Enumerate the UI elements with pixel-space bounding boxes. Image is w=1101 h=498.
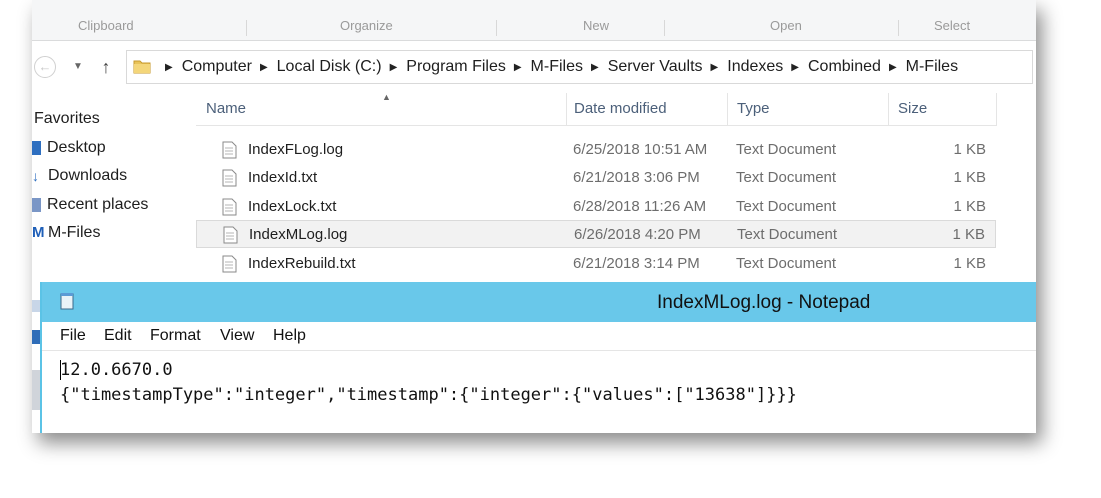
text-file-icon — [222, 255, 237, 273]
chevron-right-icon[interactable]: ▶ — [889, 62, 897, 73]
menu-help[interactable]: Help — [273, 327, 306, 345]
file-type: Text Document — [736, 169, 837, 186]
address-bar[interactable]: ▶ Computer ▶ Local Disk (C:) ▶ Program F… — [126, 50, 1033, 84]
file-size: 1 KB — [953, 169, 986, 186]
background-window-fragment — [32, 300, 40, 312]
chevron-right-icon[interactable]: ▶ — [591, 62, 599, 73]
chevron-right-icon[interactable]: ▶ — [260, 62, 268, 73]
sidebar-item-label: Recent places — [47, 196, 149, 213]
menu-edit[interactable]: Edit — [104, 327, 132, 345]
sidebar-item-label: Desktop — [47, 139, 106, 156]
file-type: Text Document — [736, 141, 837, 158]
notepad-window: IndexMLog.log - Notepad File Edit Format… — [40, 282, 1036, 433]
file-date: 6/21/2018 3:14 PM — [573, 255, 700, 272]
breadcrumb-indexes[interactable]: Indexes — [727, 58, 783, 76]
file-date: 6/25/2018 10:51 AM — [573, 141, 708, 158]
text-file-icon — [222, 198, 237, 216]
file-size: 1 KB — [953, 198, 986, 215]
file-size: 1 KB — [952, 226, 985, 243]
breadcrumb-server-vaults[interactable]: Server Vaults — [608, 58, 703, 76]
favorites-header[interactable]: Favorites — [34, 110, 100, 128]
column-header-type-label: Type — [737, 100, 770, 117]
text-file-icon — [223, 226, 238, 244]
file-date: 6/26/2018 4:20 PM — [574, 226, 701, 243]
file-row[interactable]: IndexFLog.log 6/25/2018 10:51 AM Text Do… — [196, 136, 996, 164]
chevron-right-icon[interactable]: ▶ — [514, 62, 522, 73]
file-type: Text Document — [736, 198, 837, 215]
breadcrumb-combined[interactable]: Combined — [808, 58, 881, 76]
folder-icon — [133, 60, 151, 74]
column-header-type[interactable]: Type — [727, 93, 889, 126]
breadcrumb-computer[interactable]: Computer — [182, 58, 252, 76]
recent-places-icon — [32, 198, 41, 212]
desktop-icon — [32, 141, 41, 155]
notepad-text-area[interactable]: 12.0.6670.0 {"timestampType":"integer","t… — [60, 358, 797, 408]
ribbon-open-label: Open — [770, 18, 802, 33]
m-files-icon: M — [32, 224, 45, 241]
column-header-name[interactable]: Name — [196, 93, 567, 126]
chevron-right-icon[interactable]: ▶ — [711, 62, 719, 73]
sidebar-item-desktop[interactable]: Desktop — [32, 136, 106, 160]
breadcrumb-program-files[interactable]: Program Files — [406, 58, 506, 76]
chevron-right-icon[interactable]: ▶ — [390, 62, 398, 73]
file-date: 6/28/2018 11:26 AM — [573, 198, 707, 215]
file-name: IndexFLog.log — [248, 141, 344, 158]
notepad-title: IndexMLog.log - Notepad — [657, 292, 871, 313]
text-file-icon — [222, 141, 237, 159]
sidebar-item-recent-places[interactable]: Recent places — [32, 193, 148, 217]
breadcrumb: ▶ Computer ▶ Local Disk (C:) ▶ Program F… — [157, 51, 958, 83]
content-line: 12.0.6670.0 — [60, 360, 173, 380]
column-header-size-label: Size — [898, 100, 928, 117]
file-type: Text Document — [737, 226, 838, 243]
breadcrumb-local-disk[interactable]: Local Disk (C:) — [277, 58, 382, 76]
up-arrow-icon[interactable]: ↑ — [94, 55, 118, 79]
file-row[interactable]: IndexRebuild.txt 6/21/2018 3:14 PM Text … — [196, 250, 996, 278]
ribbon-new-label: New — [583, 18, 610, 33]
chevron-right-icon[interactable]: ▶ — [165, 62, 173, 73]
back-arrow-icon[interactable]: ← — [34, 56, 56, 78]
sidebar-item-downloads[interactable]: ↓ Downloads — [32, 164, 127, 188]
ribbon-group-labels: Clipboard Organize New Open Select — [32, 0, 1036, 41]
file-date: 6/21/2018 3:06 PM — [573, 169, 700, 186]
file-name: IndexMLog.log — [249, 226, 348, 243]
ribbon-select-label: Select — [934, 18, 971, 33]
chevron-right-icon[interactable]: ▶ — [791, 62, 799, 73]
background-window-fragment — [32, 370, 40, 410]
column-header-date-label: Date modified — [574, 100, 667, 117]
menu-view[interactable]: View — [220, 327, 254, 345]
file-row[interactable]: IndexId.txt 6/21/2018 3:06 PM Text Docum… — [196, 164, 996, 192]
notepad-menu-bar: File Edit Format View Help — [42, 322, 1036, 351]
content-line: {"timestampType":"integer","timestamp":{… — [60, 385, 797, 405]
file-size: 1 KB — [953, 141, 986, 158]
sidebar-item-label: Downloads — [48, 167, 128, 184]
file-row[interactable]: IndexLock.txt 6/28/2018 11:26 AM Text Do… — [196, 193, 996, 221]
file-size: 1 KB — [953, 255, 986, 272]
navigation-bar: ← ▼ ↑ ▶ Computer ▶ Local Disk (C:) ▶ Pro… — [32, 44, 1036, 88]
menu-format[interactable]: Format — [150, 327, 201, 345]
recent-locations-dropdown-icon[interactable]: ▼ — [66, 55, 90, 79]
ribbon-clipboard-label: Clipboard — [78, 18, 134, 33]
downloads-icon: ↓ — [32, 168, 39, 184]
breadcrumb-m-files-current[interactable]: M-Files — [906, 58, 958, 76]
sidebar-item-m-files[interactable]: M M-Files — [32, 221, 100, 245]
background-window-fragment — [32, 330, 40, 344]
notepad-title-bar[interactable]: IndexMLog.log - Notepad — [42, 282, 1036, 322]
notepad-icon — [60, 293, 74, 310]
file-name: IndexId.txt — [248, 169, 318, 186]
file-type: Text Document — [736, 255, 837, 272]
file-name: IndexRebuild.txt — [248, 255, 356, 272]
menu-file[interactable]: File — [60, 327, 86, 345]
file-name: IndexLock.txt — [248, 198, 337, 215]
breadcrumb-m-files[interactable]: M-Files — [531, 58, 583, 76]
column-header-name-label: Name — [206, 100, 247, 117]
ribbon-organize-label: Organize — [340, 18, 393, 33]
column-header-date-modified[interactable]: Date modified — [564, 93, 728, 126]
text-file-icon — [222, 169, 237, 187]
screenshot-frame: Clipboard Organize New Open Select ← ▼ ↑… — [32, 0, 1036, 433]
column-header-size[interactable]: Size — [888, 93, 997, 126]
sidebar-item-label: M-Files — [48, 224, 101, 241]
file-row-selected[interactable]: IndexMLog.log 6/26/2018 4:20 PM Text Doc… — [196, 220, 996, 248]
